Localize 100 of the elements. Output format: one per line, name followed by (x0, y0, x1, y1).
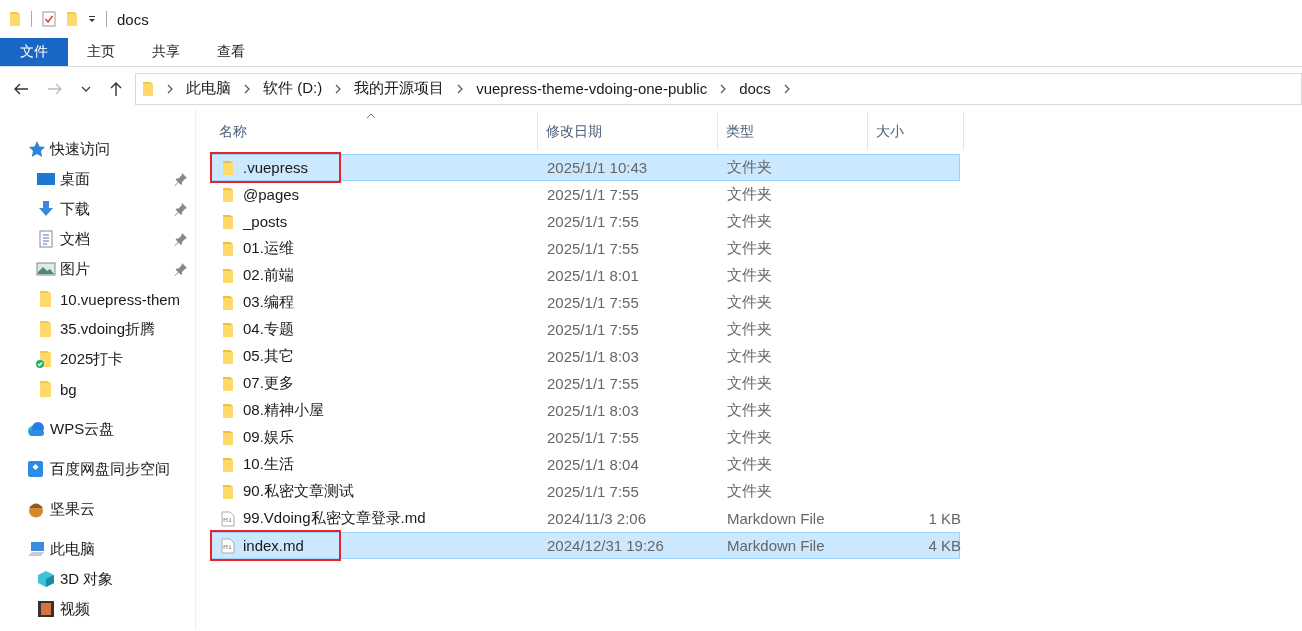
chevron-right-icon[interactable] (782, 83, 791, 94)
chevron-right-icon[interactable] (334, 83, 343, 94)
folder-icon (221, 402, 235, 419)
modified-date: 2024/11/3 2:06 (546, 510, 647, 527)
sidebar-item[interactable]: 桌面 (60, 169, 90, 189)
sidebar-item[interactable]: 图片 (60, 259, 90, 279)
folder-icon (221, 321, 235, 338)
sidebar-item[interactable]: 2025打卡 (60, 349, 124, 369)
column-header[interactable]: 大小 (868, 112, 964, 150)
file-row[interactable]: .vuepress 2025/1/1 10:43 文件夹 (211, 154, 960, 181)
pin-icon[interactable] (174, 232, 188, 246)
file-type: Markdown File (726, 510, 826, 527)
sidebar-item[interactable]: 此电脑 (50, 539, 95, 559)
ribbon-tab[interactable]: 主页 (68, 38, 133, 66)
pin-icon[interactable] (174, 172, 188, 186)
chevron-right-icon[interactable] (243, 83, 251, 94)
file-type: 文件夹 (726, 455, 773, 474)
file-type: 文件夹 (726, 266, 773, 285)
sidebar-item[interactable]: 坚果云 (50, 499, 95, 519)
properties-icon[interactable] (42, 11, 56, 27)
file-row[interactable]: 02.前端 2025/1/1 8:01 文件夹 (211, 262, 960, 289)
sidebar-item[interactable]: 百度网盘同步空间 (50, 459, 170, 479)
file-name: 99.Vdoing私密文章登录.md (243, 509, 426, 528)
breadcrumb[interactable]: docs (739, 80, 771, 97)
file-row[interactable]: 08.精神小屋 2025/1/1 8:03 文件夹 (211, 397, 960, 424)
modified-date: 2025/1/1 7:55 (546, 294, 640, 311)
file-row[interactable]: 10.生活 2025/1/1 8:04 文件夹 (211, 451, 960, 478)
chevron-right-icon[interactable] (456, 83, 465, 94)
up-icon[interactable] (109, 80, 123, 97)
sidebar-item[interactable]: 快速访问 (50, 139, 110, 159)
chevron-right-icon[interactable] (719, 83, 728, 94)
file-row[interactable]: 05.其它 2025/1/1 8:03 文件夹 (211, 343, 960, 370)
breadcrumb[interactable]: 我的开源项目 (354, 79, 445, 98)
chevron-down-icon[interactable] (81, 84, 91, 93)
cloud-icon (26, 420, 46, 438)
file-name: 07.更多 (243, 374, 294, 393)
file-row[interactable]: 07.更多 2025/1/1 7:55 文件夹 (211, 370, 960, 397)
file-size: 1 KB (928, 510, 961, 527)
pin-icon[interactable] (174, 202, 188, 216)
folder-icon (221, 375, 235, 392)
modified-date: 2025/1/1 7:55 (546, 375, 640, 392)
file-row[interactable]: 90.私密文章测试 2025/1/1 7:55 文件夹 (211, 478, 960, 505)
file-type: 文件夹 (726, 428, 773, 447)
column-header[interactable]: 修改日期 (538, 112, 718, 150)
file-row[interactable]: _posts 2025/1/1 7:55 文件夹 (211, 208, 960, 235)
cube-icon (36, 570, 56, 588)
computer-icon (26, 540, 46, 558)
sidebar-item[interactable]: 文档 (60, 229, 90, 249)
breadcrumb[interactable]: 软件 (D:) (263, 79, 323, 98)
folder-icon (221, 483, 235, 500)
file-type: 文件夹 (726, 482, 773, 501)
file-row[interactable]: 04.专题 2025/1/1 7:55 文件夹 (211, 316, 960, 343)
baidu-icon (26, 460, 46, 478)
star-icon (26, 140, 46, 158)
modified-date: 2025/1/1 8:03 (546, 402, 640, 419)
sidebar-item[interactable]: WPS云盘 (50, 419, 115, 439)
file-type: 文件夹 (726, 239, 773, 258)
ribbon-tab[interactable]: 查看 (198, 38, 263, 66)
sidebar-item[interactable]: bg (60, 380, 77, 398)
sidebar-item[interactable]: 3D 对象 (60, 569, 114, 589)
file-type: 文件夹 (726, 401, 773, 420)
file-type: 文件夹 (726, 347, 773, 366)
chevron-right-icon[interactable] (166, 83, 174, 94)
folder-icon (221, 294, 235, 311)
markdown-file-icon (221, 510, 235, 527)
sort-ascending-icon (366, 113, 376, 119)
modified-date: 2025/1/1 8:04 (546, 456, 640, 473)
folder-icon (142, 80, 154, 97)
modified-date: 2025/1/1 7:55 (546, 429, 640, 446)
sidebar-item[interactable]: 下载 (60, 199, 90, 219)
sidebar-item[interactable]: 视频 (60, 599, 90, 619)
sidebar-item[interactable]: 35.vdoing折腾 (60, 319, 156, 339)
file-row[interactable]: 09.娱乐 2025/1/1 7:55 文件夹 (211, 424, 960, 451)
file-type: 文件夹 (726, 320, 773, 339)
pin-icon[interactable] (174, 262, 188, 276)
dropdown-icon[interactable] (88, 15, 96, 23)
file-row[interactable]: 01.运维 2025/1/1 7:55 文件夹 (211, 235, 960, 262)
file-row[interactable]: index.md 2024/12/31 19:26 Markdown File 4 KB (211, 532, 960, 559)
column-header[interactable]: 类型 (718, 112, 868, 150)
file-name: 10.生活 (243, 455, 294, 474)
ribbon-tab[interactable]: 共享 (133, 38, 198, 66)
window-title: docs (117, 10, 149, 28)
file-row[interactable]: 03.编程 2025/1/1 7:55 文件夹 (211, 289, 960, 316)
file-type: 文件夹 (726, 212, 773, 231)
modified-date: 2025/1/1 10:43 (546, 159, 649, 176)
file-name: 90.私密文章测试 (243, 482, 354, 501)
address-bar[interactable]: 此电脑 软件 (D:) 我的开源项目 vuepress-theme-vdoing-one-public docs (135, 72, 1302, 105)
file-name: _posts (243, 213, 288, 230)
file-type: 文件夹 (726, 158, 773, 177)
breadcrumb[interactable]: vuepress-theme-vdoing-one-public (476, 80, 708, 97)
folder-icon (221, 456, 235, 473)
file-row[interactable]: @pages 2025/1/1 7:55 文件夹 (211, 181, 960, 208)
breadcrumb[interactable]: 此电脑 (186, 79, 231, 98)
file-size: 4 KB (928, 537, 961, 554)
modified-date: 2024/12/31 19:26 (546, 537, 665, 554)
back-icon[interactable] (13, 81, 29, 96)
sidebar-item[interactable]: 10.vuepress-them (60, 290, 181, 308)
file-row[interactable]: 99.Vdoing私密文章登录.md 2024/11/3 2:06 Markdown File 1 KB (211, 505, 960, 532)
column-header[interactable]: 名称 (211, 112, 538, 150)
ribbon-tab[interactable]: 文件 (0, 38, 68, 66)
